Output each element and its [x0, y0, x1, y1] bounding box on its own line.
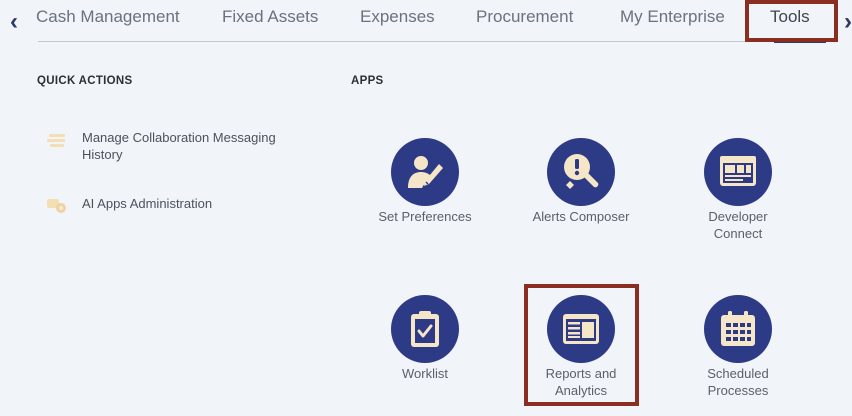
tab-fixed-assets[interactable]: Fixed Assets: [222, 7, 318, 27]
app-label: Reports and Analytics: [545, 366, 617, 398]
quick-actions-title: QUICK ACTIONS: [37, 75, 133, 87]
list-icon: [47, 134, 65, 147]
app-scheduled-processes[interactable]: Scheduled Processes: [668, 295, 808, 399]
app-set-preferences[interactable]: Set Preferences: [355, 138, 495, 225]
quick-action-ai-apps-administration[interactable]: AI Apps Administration: [46, 195, 292, 215]
app-label: Worklist: [402, 366, 448, 381]
app-label: Developer Connect: [708, 209, 768, 241]
app-alerts-composer[interactable]: Alerts Composer: [511, 138, 651, 225]
nav-divider: [38, 41, 830, 42]
tab-cash-management[interactable]: Cash Management: [36, 7, 180, 27]
app-icon-circle: [704, 295, 772, 363]
app-icon-circle: [391, 295, 459, 363]
app-icon-circle: [704, 138, 772, 206]
app-label: Set Preferences: [378, 209, 472, 224]
quick-action-manage-collaboration[interactable]: Manage Collaboration Messaging History: [46, 129, 292, 163]
apps-title: APPS: [351, 75, 384, 87]
scroll-left-icon[interactable]: ‹: [2, 8, 26, 36]
app-icon-circle: [547, 295, 615, 363]
active-tab-indicator: [774, 40, 826, 43]
tab-expenses[interactable]: Expenses: [360, 7, 435, 27]
tab-procurement[interactable]: Procurement: [476, 7, 573, 27]
scroll-right-icon[interactable]: ›: [836, 8, 852, 36]
top-navigation: ‹ Cash Management Fixed Assets Expenses …: [0, 0, 852, 44]
report-icon: [563, 314, 599, 344]
quick-action-label: AI Apps Administration: [82, 196, 213, 211]
app-worklist[interactable]: Worklist: [355, 295, 495, 382]
app-label: Alerts Composer: [532, 209, 630, 224]
tab-tools[interactable]: Tools: [770, 7, 810, 27]
app-icon-circle: [391, 138, 459, 206]
app-developer-connect[interactable]: Developer Connect: [668, 138, 808, 242]
developer-connect-icon: [720, 156, 756, 186]
app-reports-and-analytics[interactable]: Reports and Analytics: [511, 295, 651, 399]
quick-action-label: Manage Collaboration Messaging History: [82, 130, 276, 162]
ai-apps-icon: [47, 199, 66, 213]
calendar-icon: [721, 311, 755, 346]
app-icon-circle: [547, 138, 615, 206]
user-edit-icon: [408, 156, 443, 188]
tab-my-enterprise[interactable]: My Enterprise: [620, 7, 725, 27]
app-label: Scheduled Processes: [707, 366, 769, 398]
alert-wrench-icon: [564, 154, 599, 189]
clipboard-check-icon: [411, 311, 439, 347]
